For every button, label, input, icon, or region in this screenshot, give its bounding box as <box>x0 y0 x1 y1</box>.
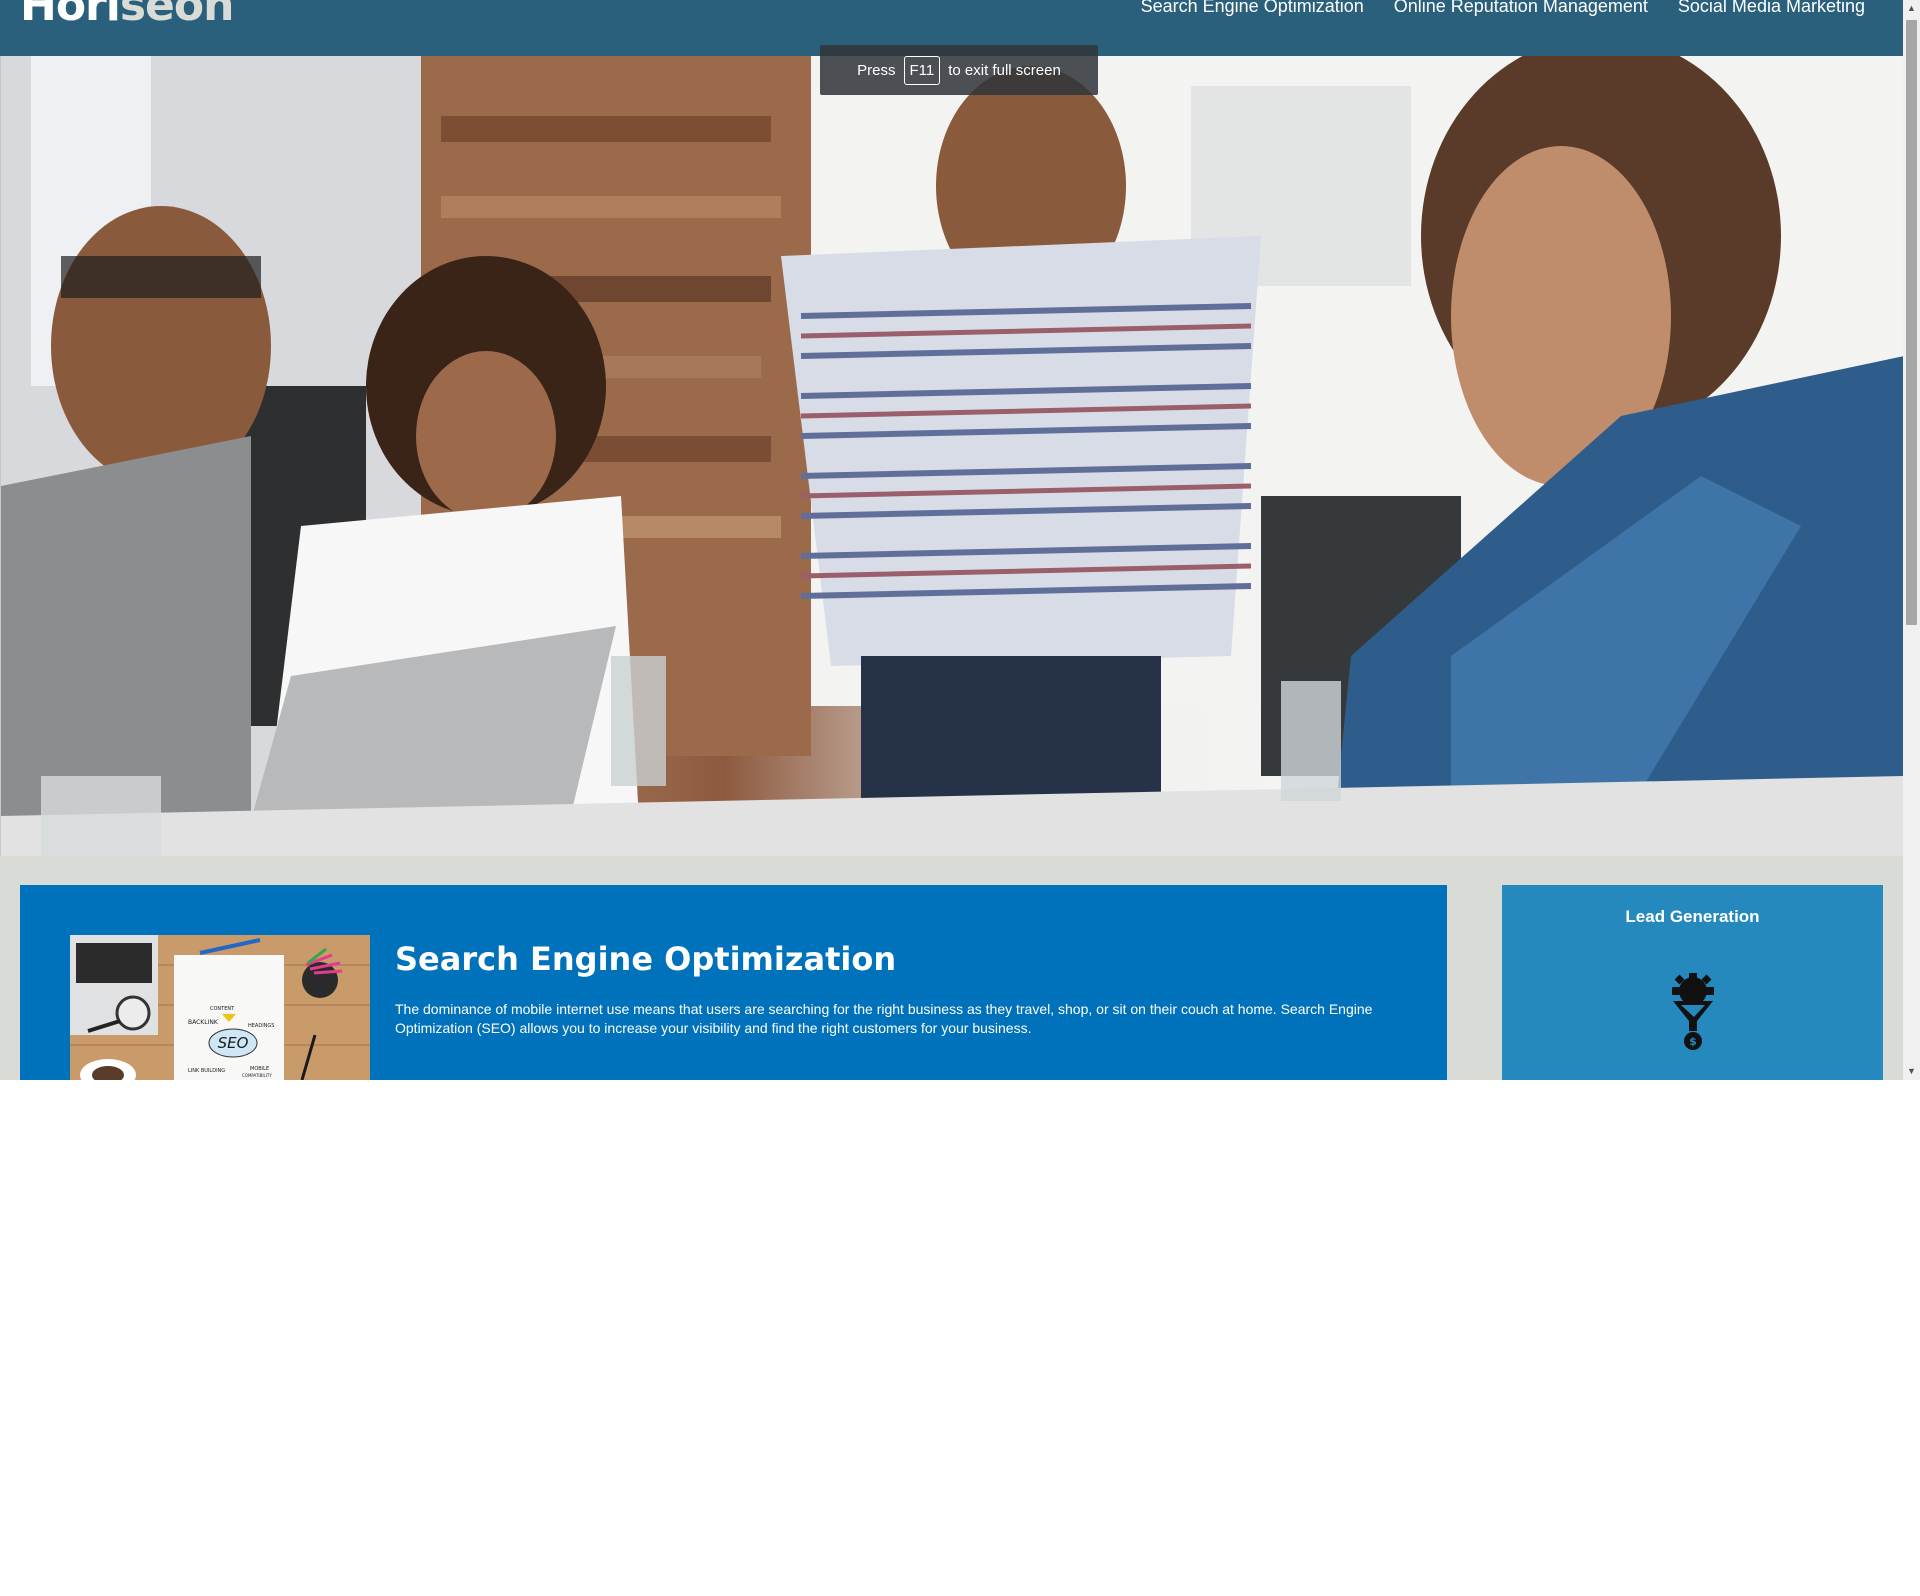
seo-image-word-link-building: LINK BUILDING <box>188 1068 225 1074</box>
nav-link-seo[interactable]: Search Engine Optimization <box>1141 0 1364 17</box>
seo-image: SEO CONTENT BACKLINK HEADINGS LINK BUILD… <box>70 935 370 1080</box>
seo-image-word-backlink: BACKLINK <box>188 1019 219 1026</box>
svg-text:$: $ <box>1689 1035 1697 1048</box>
seo-section: SEO CONTENT BACKLINK HEADINGS LINK BUILD… <box>20 885 1447 1080</box>
vertical-scrollbar[interactable]: ▲ ▼ <box>1903 0 1920 1080</box>
lead-generation-card: Lead Generation $ <box>1502 885 1883 1080</box>
hero-image <box>0 56 1903 856</box>
main-nav: Search Engine Optimization Online Reputa… <box>1141 0 1865 17</box>
hero-photo-meeting <box>1 56 1903 856</box>
nav-link-reputation[interactable]: Online Reputation Management <box>1394 0 1648 17</box>
seo-image-word-headings: HEADINGS <box>248 1023 274 1029</box>
seo-notebook-illustration: SEO CONTENT BACKLINK HEADINGS LINK BUILD… <box>70 935 370 1080</box>
logo-part-2: seon <box>119 0 235 31</box>
fullscreen-message: to exit full screen <box>948 61 1061 79</box>
seo-title: Search Engine Optimization <box>395 940 897 978</box>
f11-key: F11 <box>903 55 941 85</box>
seo-image-word-mobile: MOBILE <box>250 1066 269 1072</box>
seo-image-word-compatibility: COMPATIBILITY <box>242 1073 272 1078</box>
seo-image-word-content: CONTENT <box>210 1006 235 1012</box>
fullscreen-notice: Press F11 to exit full screen <box>820 45 1098 95</box>
site-logo[interactable]: Horiseon <box>20 0 235 31</box>
seo-description: The dominance of mobile internet use mea… <box>395 1001 1373 1036</box>
scroll-down-arrow-icon[interactable]: ▼ <box>1903 1063 1920 1080</box>
nav-link-social-media[interactable]: Social Media Marketing <box>1678 0 1865 17</box>
scrollbar-thumb[interactable] <box>1906 20 1917 625</box>
gear-funnel-dollar-icon: $ <box>1672 973 1714 1050</box>
seo-image-word-seo: SEO <box>218 1034 249 1052</box>
browser-viewport: Horiseon Search Engine Optimization Onli… <box>0 0 1920 1080</box>
scroll-up-arrow-icon[interactable]: ▲ <box>1903 0 1920 17</box>
fullscreen-press-text: Press <box>857 61 896 79</box>
logo-part-1: Hori <box>20 0 121 31</box>
lead-generation-title: Lead Generation <box>1625 907 1760 926</box>
